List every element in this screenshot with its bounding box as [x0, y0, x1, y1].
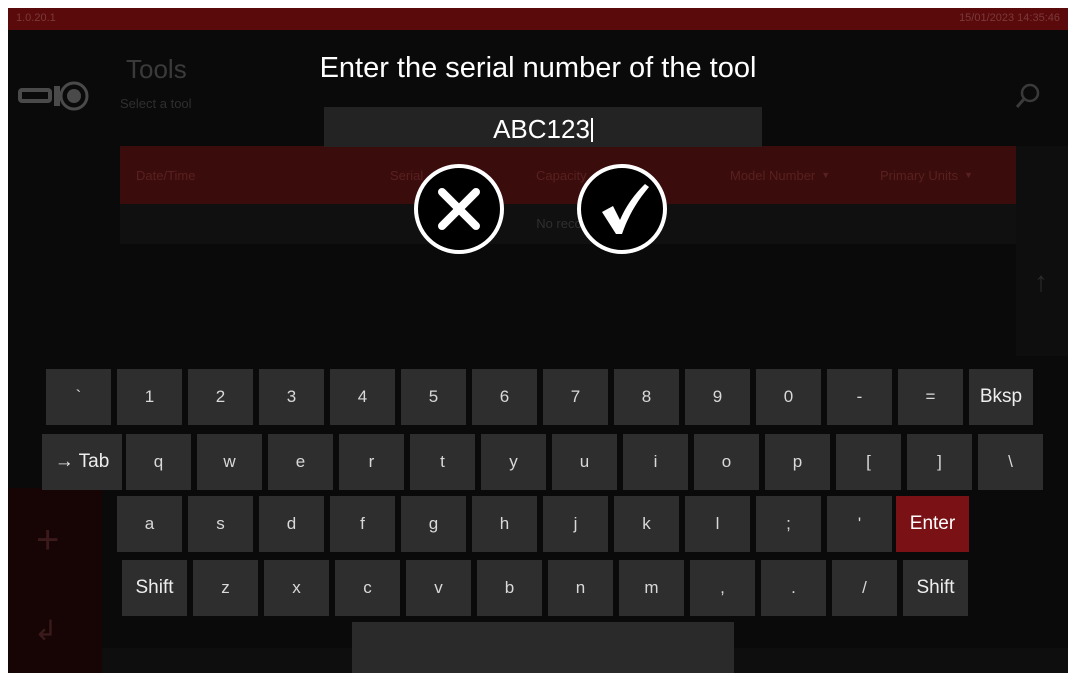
- search-icon[interactable]: [1014, 82, 1042, 110]
- key-2[interactable]: 2: [188, 369, 253, 425]
- key-slash[interactable]: /: [832, 560, 897, 616]
- key-p[interactable]: p: [765, 434, 830, 490]
- add-icon[interactable]: +: [36, 518, 59, 563]
- key-r[interactable]: r: [339, 434, 404, 490]
- page-subtitle: Select a tool: [120, 96, 192, 111]
- tab-key[interactable]: → Tab: [42, 434, 122, 490]
- key-l[interactable]: l: [685, 496, 750, 552]
- key-9[interactable]: 9: [685, 369, 750, 425]
- key-n[interactable]: n: [548, 560, 613, 616]
- key-h[interactable]: h: [472, 496, 537, 552]
- key-f[interactable]: f: [330, 496, 395, 552]
- cancel-button[interactable]: [412, 162, 506, 256]
- table-header: Date/Time Serial▼ Capacity▼ Model Number…: [120, 146, 1016, 204]
- key-4[interactable]: 4: [330, 369, 395, 425]
- serial-number-input[interactable]: ABC123: [324, 107, 762, 147]
- key-b[interactable]: b: [477, 560, 542, 616]
- key-y[interactable]: y: [481, 434, 546, 490]
- key-v[interactable]: v: [406, 560, 471, 616]
- column-header[interactable]: Date/Time: [136, 146, 195, 204]
- shift-key-right[interactable]: Shift: [903, 560, 968, 616]
- key-3[interactable]: 3: [259, 369, 324, 425]
- clock-text: 15/01/2023 14:35:46: [959, 12, 1060, 24]
- key-8[interactable]: 8: [614, 369, 679, 425]
- key-s[interactable]: s: [188, 496, 253, 552]
- key-m[interactable]: m: [619, 560, 684, 616]
- column-header[interactable]: Model Number ▼: [730, 146, 850, 204]
- key-period[interactable]: .: [761, 560, 826, 616]
- status-bar: 1.0.20.1 15/01/2023 14:35:46: [8, 8, 1068, 30]
- text-caret: [590, 118, 593, 142]
- shift-key-left[interactable]: Shift: [122, 560, 187, 616]
- key-c[interactable]: c: [335, 560, 400, 616]
- key-semicolon[interactable]: ;: [756, 496, 821, 552]
- key-k[interactable]: k: [614, 496, 679, 552]
- column-header[interactable]: Primary Units ▼: [880, 146, 1010, 204]
- key-equals[interactable]: =: [898, 369, 963, 425]
- key-backslash[interactable]: \: [978, 434, 1043, 490]
- back-icon[interactable]: ↲: [34, 614, 57, 647]
- key-comma[interactable]: ,: [690, 560, 755, 616]
- key-i[interactable]: i: [623, 434, 688, 490]
- table-body: No records: [120, 204, 1016, 244]
- key-j[interactable]: j: [543, 496, 608, 552]
- key-d[interactable]: d: [259, 496, 324, 552]
- key-q[interactable]: q: [126, 434, 191, 490]
- enter-key[interactable]: Enter: [896, 496, 969, 552]
- key-e[interactable]: e: [268, 434, 333, 490]
- key-a[interactable]: a: [117, 496, 182, 552]
- dialog-prompt: Enter the serial number of the tool: [319, 52, 757, 84]
- key-z[interactable]: z: [193, 560, 258, 616]
- key-backtick[interactable]: `: [46, 369, 111, 425]
- key-right-bracket[interactable]: ]: [907, 434, 972, 490]
- empty-message: No records: [536, 216, 600, 231]
- backspace-key[interactable]: Bksp: [969, 369, 1033, 425]
- key-u[interactable]: u: [552, 434, 617, 490]
- key-x[interactable]: x: [264, 560, 329, 616]
- key-7[interactable]: 7: [543, 369, 608, 425]
- version-text: 1.0.20.1: [16, 12, 56, 24]
- screen: 1.0.20.1 15/01/2023 14:35:46 Tools Selec…: [8, 8, 1068, 673]
- scroll-up-icon[interactable]: ↑: [1034, 266, 1048, 298]
- key-quote[interactable]: ': [827, 496, 892, 552]
- key-5[interactable]: 5: [401, 369, 466, 425]
- key-minus[interactable]: -: [827, 369, 892, 425]
- serial-number-value: ABC123: [493, 114, 590, 144]
- space-key[interactable]: [352, 622, 734, 673]
- confirm-button[interactable]: [575, 162, 669, 256]
- key-w[interactable]: w: [197, 434, 262, 490]
- key-0[interactable]: 0: [756, 369, 821, 425]
- key-o[interactable]: o: [694, 434, 759, 490]
- key-6[interactable]: 6: [472, 369, 537, 425]
- key-g[interactable]: g: [401, 496, 466, 552]
- key-left-bracket[interactable]: [: [836, 434, 901, 490]
- side-panel: [1016, 146, 1068, 356]
- key-1[interactable]: 1: [117, 369, 182, 425]
- key-t[interactable]: t: [410, 434, 475, 490]
